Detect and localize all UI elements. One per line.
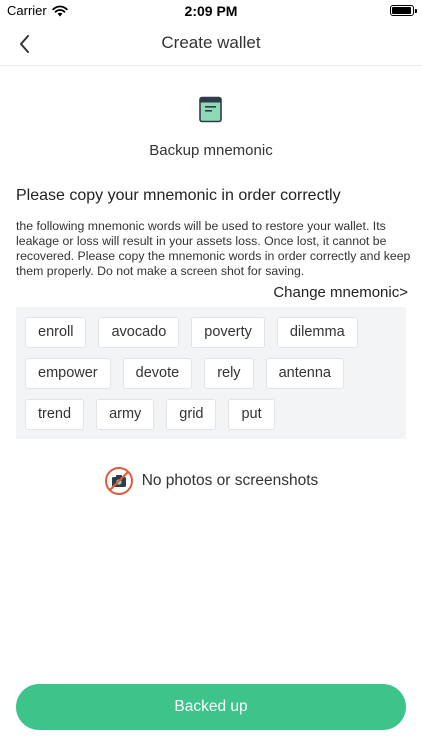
mnemonic-word[interactable]: trend bbox=[25, 399, 85, 430]
mnemonic-word[interactable]: antenna bbox=[265, 358, 344, 389]
no-camera-icon bbox=[104, 467, 133, 495]
mnemonic-word[interactable]: put bbox=[228, 399, 275, 430]
mnemonic-word[interactable]: enroll bbox=[25, 317, 87, 348]
mnemonic-word[interactable]: poverty bbox=[191, 317, 265, 348]
mnemonic-word[interactable]: grid bbox=[166, 399, 217, 430]
warning-text: No photos or screenshots bbox=[141, 472, 319, 489]
book-icon bbox=[198, 96, 224, 124]
page-title: Create wallet bbox=[161, 33, 261, 52]
change-mnemonic-link[interactable]: Change mnemonic> bbox=[273, 284, 408, 301]
navigation-bar: Create wallet bbox=[0, 22, 422, 66]
section-label: Backup mnemonic bbox=[149, 142, 273, 159]
mnemonic-word[interactable]: avocado bbox=[98, 317, 180, 348]
mnemonic-word-list: enroll avocado poverty dilemma empower d… bbox=[16, 307, 406, 439]
mnemonic-word[interactable]: dilemma bbox=[276, 317, 358, 348]
instruction-heading: Please copy your mnemonic in order corre… bbox=[16, 187, 341, 204]
status-time: 2:09 PM bbox=[184, 3, 238, 19]
battery-icon bbox=[390, 5, 417, 16]
status-bar: Carrier 2:09 PM bbox=[0, 0, 422, 22]
instruction-description: the following mnemonic words will be use… bbox=[16, 219, 411, 278]
mnemonic-word[interactable]: empower bbox=[25, 358, 111, 389]
screenshot-warning: No photos or screenshots bbox=[0, 466, 422, 496]
mnemonic-word[interactable]: devote bbox=[122, 358, 193, 389]
mnemonic-word[interactable]: rely bbox=[204, 358, 254, 389]
mnemonic-word[interactable]: army bbox=[96, 399, 155, 430]
backed-up-button[interactable]: Backed up bbox=[16, 684, 406, 730]
